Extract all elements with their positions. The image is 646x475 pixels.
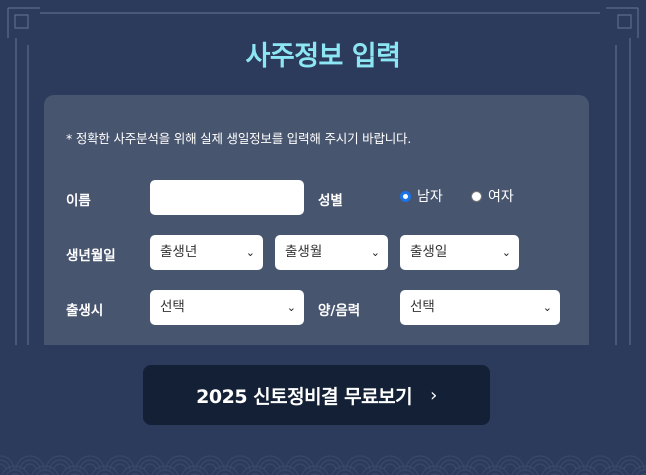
name-input[interactable]	[150, 180, 304, 215]
page-title: 사주정보 입력	[245, 41, 401, 72]
birth-month-select[interactable]: 출생월 ⌄	[275, 235, 388, 270]
gender-female-radio[interactable]: 여자	[471, 186, 514, 206]
calendar-type-value: 선택	[410, 299, 435, 315]
birth-year-value: 출생년	[160, 244, 198, 260]
birthdate-label: 생년월일	[66, 248, 116, 264]
gender-male-label: 남자	[417, 189, 443, 205]
birth-year-select[interactable]: 출생년 ⌄	[150, 235, 263, 270]
birthtime-label: 출생시	[66, 303, 104, 319]
free-view-button-label: 2025 신토정비결 무료보기	[196, 385, 413, 408]
radio-selected-icon	[400, 190, 411, 202]
birthtime-value: 선택	[160, 299, 185, 315]
birth-day-value: 출생일	[410, 244, 448, 260]
notice-text: * 정확한 사주분석을 위해 실제 생일정보를 입력해 주시기 바랍니다.	[66, 131, 412, 146]
wave-pattern	[0, 455, 646, 475]
chevron-down-icon: ⌄	[542, 301, 552, 314]
birth-day-select[interactable]: 출생일 ⌄	[400, 235, 519, 270]
birth-month-value: 출생월	[285, 244, 323, 260]
calendar-type-label: 양/음력	[318, 303, 361, 319]
chevron-down-icon: ⌄	[370, 246, 380, 259]
gender-male-radio[interactable]: 남자	[400, 186, 443, 206]
gender-female-label: 여자	[488, 189, 514, 205]
birthtime-select[interactable]: 선택 ⌄	[150, 290, 304, 325]
free-view-button[interactable]: 2025 신토정비결 무료보기 ›	[143, 365, 490, 425]
chevron-down-icon: ⌄	[286, 301, 296, 314]
name-label: 이름	[66, 193, 91, 209]
gender-label: 성별	[318, 193, 343, 209]
chevron-right-icon: ›	[430, 384, 437, 406]
chevron-down-icon: ⌄	[245, 246, 255, 259]
calendar-type-select[interactable]: 선택 ⌄	[400, 290, 560, 325]
radio-unselected-icon	[471, 190, 482, 202]
chevron-down-icon: ⌄	[501, 246, 511, 259]
